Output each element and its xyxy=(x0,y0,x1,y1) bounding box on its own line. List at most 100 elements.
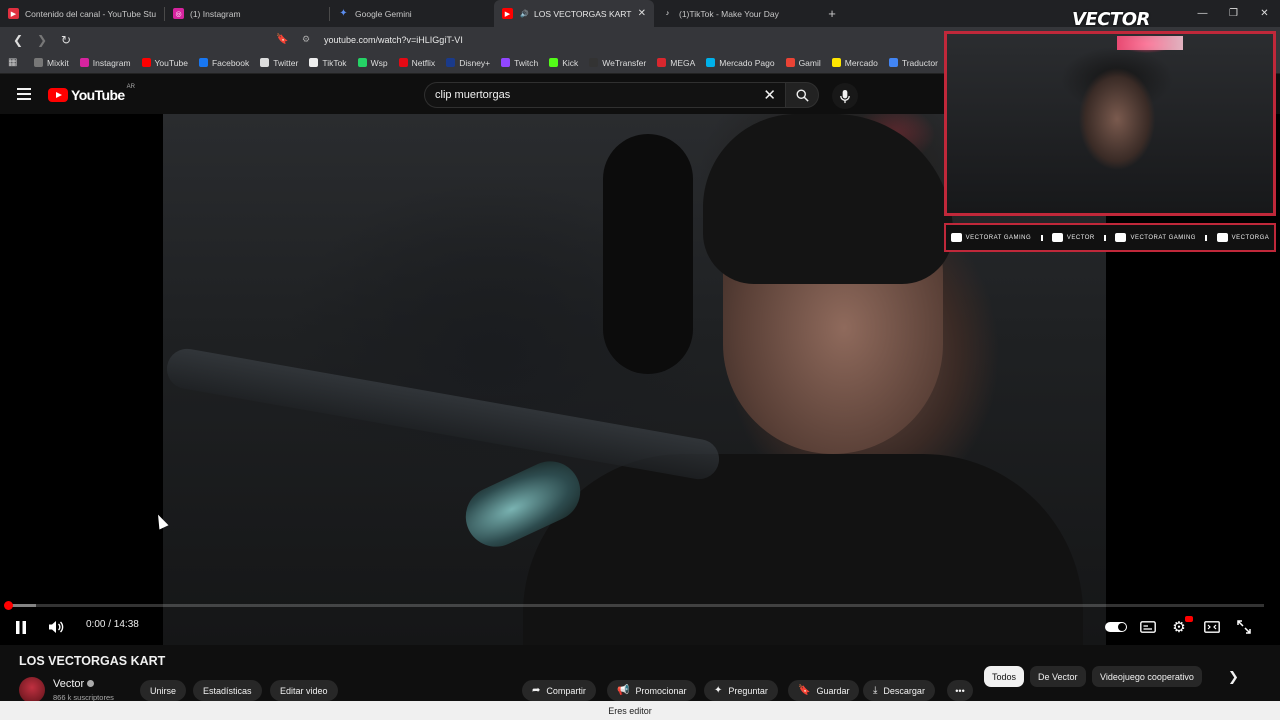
bookmark-item[interactable]: Gamil xyxy=(785,57,821,68)
more-actions-button[interactable]: ••• xyxy=(947,680,973,701)
bookmark-item[interactable]: Twitch xyxy=(501,58,538,68)
bookmark-item[interactable]: WeTransfer xyxy=(589,58,646,68)
scrubber-handle[interactable] xyxy=(4,601,13,610)
editor-notice-bar: Eres editor xyxy=(0,701,1280,720)
channel-avatar[interactable] xyxy=(19,677,45,703)
bookmark-label: Traductor xyxy=(901,57,938,68)
country-code: AR xyxy=(126,84,135,90)
bookmark-label: WeTransfer xyxy=(602,57,647,68)
settings-button[interactable]: ⚙ xyxy=(1170,616,1193,638)
new-tab-button[interactable]: + xyxy=(818,0,846,27)
bookmark-item[interactable]: Facebook xyxy=(198,57,250,68)
subtitles-button[interactable] xyxy=(1139,616,1157,638)
volume-button[interactable] xyxy=(47,616,65,638)
restore-icon[interactable]: ❐ xyxy=(1218,0,1249,27)
search-input[interactable]: clip muertorgas ✕ xyxy=(424,82,788,108)
bookmark-label: Mercado Pago xyxy=(719,57,775,68)
overlay-social-youtube: VECTORAT GAMING xyxy=(950,233,1032,242)
action-label: Preguntar xyxy=(728,685,768,696)
close-window-icon[interactable]: ✕ xyxy=(1249,0,1280,27)
chip-all[interactable]: Todos xyxy=(984,666,1025,687)
minimize-icon[interactable]: — xyxy=(1187,0,1218,27)
subtitles-icon xyxy=(1140,621,1156,633)
action-label: Descargar xyxy=(883,685,925,696)
autoplay-toggle[interactable] xyxy=(1105,616,1127,638)
bookmark-item[interactable]: Mercado Pago xyxy=(706,57,775,68)
bookmark-label: Facebook xyxy=(211,57,250,68)
tab-title: LOS VECTORGAS KART - YouT xyxy=(534,8,632,19)
player-controls: 0:00 / 14:38 ⚙ xyxy=(0,612,1280,642)
video-scene-hair xyxy=(703,114,953,284)
pause-button[interactable] xyxy=(13,616,29,638)
progress-bar[interactable] xyxy=(4,601,1264,610)
chip-coop-games[interactable]: Videojuego cooperativo xyxy=(1092,666,1202,687)
bookmark-item[interactable]: Netflix xyxy=(398,58,435,68)
voice-search-button[interactable] xyxy=(832,83,858,109)
reload-icon[interactable]: ↻ xyxy=(56,30,76,50)
bookmark-item[interactable]: MEGA xyxy=(657,58,695,68)
url-text: youtube.com/watch?v=iHLIGgiT-VI xyxy=(324,34,463,45)
promote-button[interactable]: 📢 Promocionar xyxy=(607,680,697,701)
megaphone-icon: 📢 xyxy=(617,685,630,696)
overlay-separator xyxy=(1205,234,1208,241)
bookmark-item[interactable]: TikTok xyxy=(309,57,347,68)
more-icon: ••• xyxy=(955,685,965,696)
apps-grid-icon[interactable]: ▦ xyxy=(8,57,22,68)
speaker-icon[interactable]: 🔊 xyxy=(519,8,530,19)
bookmark-item[interactable]: Kick xyxy=(549,58,578,68)
verified-icon xyxy=(87,680,95,687)
bookmark-page-icon[interactable]: 🔖 xyxy=(276,34,290,45)
bookmark-label: YouTube xyxy=(154,57,188,68)
theater-mode-button[interactable] xyxy=(1203,616,1221,638)
browser-tab[interactable]: ♪ (1)TikTok - Make Your Day xyxy=(654,0,818,27)
bookmark-item[interactable]: Mixkit xyxy=(34,58,69,68)
channel-name[interactable]: Vector xyxy=(53,678,95,690)
bookmark-label: Gamil xyxy=(798,57,821,68)
browser-tab-active[interactable]: ▶ 🔊 LOS VECTORGAS KART - YouT ✕ xyxy=(494,0,654,27)
search-button[interactable] xyxy=(785,82,819,108)
bookmark-item[interactable]: Wsp xyxy=(357,57,388,68)
bookmark-favicon-icon xyxy=(357,58,367,67)
browser-tab[interactable]: ✦ Google Gemini xyxy=(330,0,494,27)
back-arrow-icon[interactable]: ❮ xyxy=(8,30,28,50)
save-button[interactable]: 🔖 Guardar xyxy=(788,680,860,701)
bookmark-favicon-icon xyxy=(501,58,511,67)
fullscreen-button[interactable] xyxy=(1236,616,1252,638)
browser-tab[interactable]: ◎ (1) Instagram xyxy=(165,0,329,27)
close-tab-icon[interactable]: ✕ xyxy=(638,8,646,19)
download-button[interactable]: ⤓ Descargar xyxy=(863,680,935,701)
ask-button[interactable]: ✦ Preguntar xyxy=(704,680,778,701)
bookmark-label: TikTok xyxy=(322,57,347,68)
chevron-right-icon[interactable]: ❯ xyxy=(1228,669,1239,685)
analytics-button[interactable]: Estadísticas xyxy=(193,680,262,701)
bookmark-item[interactable]: YouTube xyxy=(141,57,188,68)
share-icon: ➦ xyxy=(532,685,541,696)
window-controls: — ❐ ✕ xyxy=(1187,0,1280,27)
edit-video-button[interactable]: Editar video xyxy=(270,680,338,701)
site-info-icon[interactable]: ⚙ xyxy=(302,34,316,45)
chip-from-channel[interactable]: De Vector xyxy=(1030,666,1086,687)
join-button[interactable]: Unirse xyxy=(140,680,187,701)
bookmark-favicon-icon xyxy=(79,58,89,67)
bookmark-icon: 🔖 xyxy=(798,685,811,696)
clear-search-icon[interactable]: ✕ xyxy=(763,86,776,104)
youtube-logo[interactable]: YouTube AR xyxy=(48,84,135,103)
bookmark-label: Wsp xyxy=(370,57,388,68)
overlay-brand: VECTOR xyxy=(1072,9,1150,30)
search-icon xyxy=(796,89,809,102)
bookmark-favicon-icon xyxy=(260,58,270,67)
share-button[interactable]: ➦ Compartir xyxy=(522,680,596,701)
bookmark-item[interactable]: Mercado xyxy=(831,58,878,68)
bookmark-item[interactable]: Twitter xyxy=(260,58,298,68)
instagram-icon: ◎ xyxy=(173,8,184,19)
bookmark-item[interactable]: Instagram xyxy=(79,58,131,68)
bookmark-item[interactable]: Traductor xyxy=(888,57,938,68)
forward-arrow-icon[interactable]: ❯ xyxy=(32,30,52,50)
browser-tab[interactable]: ▶ Contenido del canal - YouTube Studio xyxy=(0,0,164,27)
url-field[interactable]: 🔖 ⚙ youtube.com/watch?v=iHLIGgiT-VI xyxy=(276,30,916,50)
menu-icon[interactable] xyxy=(17,88,31,100)
bookmark-item[interactable]: Disney+ xyxy=(446,58,490,68)
streamer-overlay: VECTOR VECTORAT GAMING VECTOR VECTORAT G… xyxy=(944,9,1276,255)
video-title: LOS VECTORGAS KART xyxy=(19,654,166,668)
gear-icon: ⚙ xyxy=(1172,619,1186,636)
